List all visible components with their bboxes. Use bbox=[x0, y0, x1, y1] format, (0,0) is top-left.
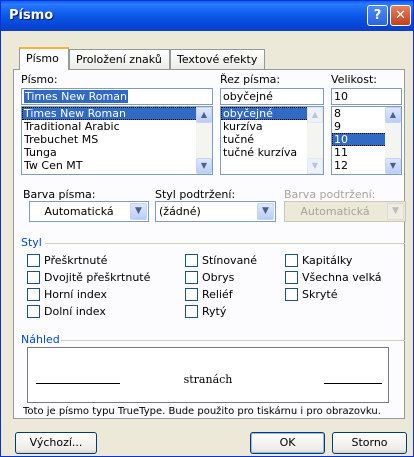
size-list-scrollbar[interactable]: ▲ ▼ bbox=[385, 107, 401, 174]
close-button[interactable]: ✕ bbox=[390, 5, 411, 26]
size-input[interactable]: 10 bbox=[331, 88, 402, 105]
chevron-down-icon[interactable]: ▼ bbox=[130, 203, 147, 220]
scroll-down-icon[interactable]: ▼ bbox=[307, 158, 323, 174]
window-title: Písmo bbox=[9, 8, 54, 23]
font-list-item[interactable]: Tw Cen MT bbox=[22, 159, 212, 172]
tab-font-label: Písmo bbox=[26, 52, 59, 65]
checkbox-label: Skryté bbox=[302, 288, 338, 301]
checkbox-box[interactable] bbox=[185, 254, 198, 267]
font-color-select[interactable]: Automatická ▼ bbox=[29, 201, 149, 222]
font-list-scrollbar[interactable]: ▲ ▼ bbox=[196, 107, 212, 174]
preview-group-label: Náhled bbox=[21, 333, 60, 346]
scroll-up-icon[interactable]: ▲ bbox=[307, 107, 323, 123]
subscript-checkbox[interactable]: Dolní index bbox=[27, 305, 106, 319]
checkbox-box[interactable] bbox=[27, 271, 40, 284]
underline-style-select[interactable]: (žádné) ▼ bbox=[155, 201, 276, 222]
emboss-checkbox[interactable]: Reliéf bbox=[185, 288, 233, 302]
font-style-input[interactable]: obyčejné bbox=[220, 88, 324, 105]
small-caps-checkbox[interactable]: Kapitálky bbox=[285, 254, 352, 268]
chevron-down-icon: ▼ bbox=[387, 203, 404, 220]
checkbox-box[interactable] bbox=[185, 288, 198, 301]
effects-group-label: Styl bbox=[21, 236, 42, 249]
shadow-checkbox[interactable]: Stínované bbox=[185, 254, 257, 268]
underline-color-value: Automatická bbox=[300, 205, 370, 218]
font-input-value: Times New Roman bbox=[24, 90, 128, 103]
default-button[interactable]: Výchozí... bbox=[15, 432, 97, 454]
superscript-checkbox[interactable]: Horní index bbox=[27, 288, 107, 302]
tab-character-spacing[interactable]: Proložení znaků bbox=[69, 49, 170, 69]
checkbox-label: Všechna velká bbox=[302, 271, 382, 284]
preview-sample-text: stranách bbox=[183, 373, 233, 386]
engrave-checkbox[interactable]: Rytý bbox=[185, 305, 226, 319]
checkbox-box[interactable] bbox=[27, 288, 40, 301]
font-list[interactable]: Times New Roman Traditional Arabic Trebu… bbox=[21, 106, 213, 175]
font-style-list[interactable]: obyčejné kurzíva tučné tučné kurzíva ▲ ▼ bbox=[220, 106, 324, 175]
help-button[interactable]: ? bbox=[367, 5, 388, 26]
font-style-label: Řez písma: bbox=[220, 73, 281, 86]
font-list-item[interactable]: Tunga bbox=[22, 146, 212, 159]
font-list-item[interactable]: Trebuchet MS bbox=[22, 133, 212, 146]
font-input[interactable]: Times New Roman bbox=[21, 88, 213, 105]
hidden-checkbox[interactable]: Skryté bbox=[285, 288, 337, 302]
scroll-up-icon[interactable]: ▲ bbox=[196, 107, 212, 123]
checkbox-box[interactable] bbox=[27, 254, 40, 267]
cancel-button[interactable]: Storno bbox=[332, 432, 407, 454]
font-dialog: Písmo ? ✕ Písmo Proložení znaků Textové … bbox=[0, 0, 414, 457]
ok-button[interactable]: OK bbox=[250, 432, 325, 454]
font-list-item[interactable]: Traditional Arabic bbox=[22, 120, 212, 133]
checkbox-label: Kapitálky bbox=[302, 254, 353, 267]
checkbox-box[interactable] bbox=[185, 271, 198, 284]
underline-style-label: Styl podtržení: bbox=[155, 188, 236, 201]
checkbox-label: Rytý bbox=[202, 305, 227, 318]
font-color-label: Barva písma: bbox=[23, 188, 96, 201]
font-style-list-scrollbar[interactable]: ▲ ▼ bbox=[307, 107, 323, 174]
checkbox-box[interactable] bbox=[285, 288, 298, 301]
checkbox-label: Reliéf bbox=[202, 288, 233, 301]
scroll-down-icon[interactable]: ▼ bbox=[385, 158, 401, 174]
tab-text-effects-label: Textové efekty bbox=[177, 53, 258, 66]
tab-text-effects[interactable]: Textové efekty bbox=[170, 49, 265, 69]
size-label: Velikost: bbox=[331, 73, 378, 86]
font-color-value: Automatická bbox=[44, 205, 114, 218]
strikethrough-checkbox[interactable]: Přeškrtnuté bbox=[27, 254, 107, 268]
scroll-down-icon[interactable]: ▼ bbox=[196, 158, 212, 174]
double-strikethrough-checkbox[interactable]: Dvojitě přeškrtnuté bbox=[27, 271, 150, 285]
checkbox-label: Přeškrtnuté bbox=[44, 254, 108, 267]
preview-divider bbox=[61, 340, 405, 341]
title-bar[interactable]: Písmo ? ✕ bbox=[1, 1, 413, 31]
checkbox-box[interactable] bbox=[285, 271, 298, 284]
tab-character-spacing-label: Proložení znaků bbox=[76, 53, 162, 66]
underline-color-select[interactable]: Automatická ▼ bbox=[284, 201, 406, 222]
preview-box: stranách bbox=[27, 347, 389, 403]
outline-checkbox[interactable]: Obrys bbox=[185, 271, 234, 285]
all-caps-checkbox[interactable]: Všechna velká bbox=[285, 271, 382, 285]
size-list[interactable]: 8 9 10 11 12 ▲ ▼ bbox=[331, 106, 402, 175]
preview-note: Toto je písmo typu TrueType. Bude použit… bbox=[23, 406, 381, 417]
checkbox-label: Obrys bbox=[202, 271, 235, 284]
checkbox-label: Stínované bbox=[202, 254, 258, 267]
font-label: Písmo: bbox=[21, 73, 58, 86]
chevron-down-icon[interactable]: ▼ bbox=[257, 203, 274, 220]
checkbox-label: Dvojitě přeškrtnuté bbox=[44, 271, 151, 284]
tab-font[interactable]: Písmo bbox=[19, 47, 69, 70]
font-list-item[interactable]: Times New Roman bbox=[22, 107, 212, 120]
underline-style-value: (žádné) bbox=[159, 205, 201, 218]
effects-divider bbox=[45, 243, 405, 244]
checkbox-box[interactable] bbox=[185, 305, 198, 318]
checkbox-box[interactable] bbox=[285, 254, 298, 267]
underline-color-label: Barva podtržení: bbox=[284, 188, 376, 201]
scroll-up-icon[interactable]: ▲ bbox=[385, 107, 401, 123]
checkbox-box[interactable] bbox=[27, 305, 40, 318]
checkbox-label: Horní index bbox=[44, 288, 107, 301]
checkbox-label: Dolní index bbox=[44, 305, 106, 318]
